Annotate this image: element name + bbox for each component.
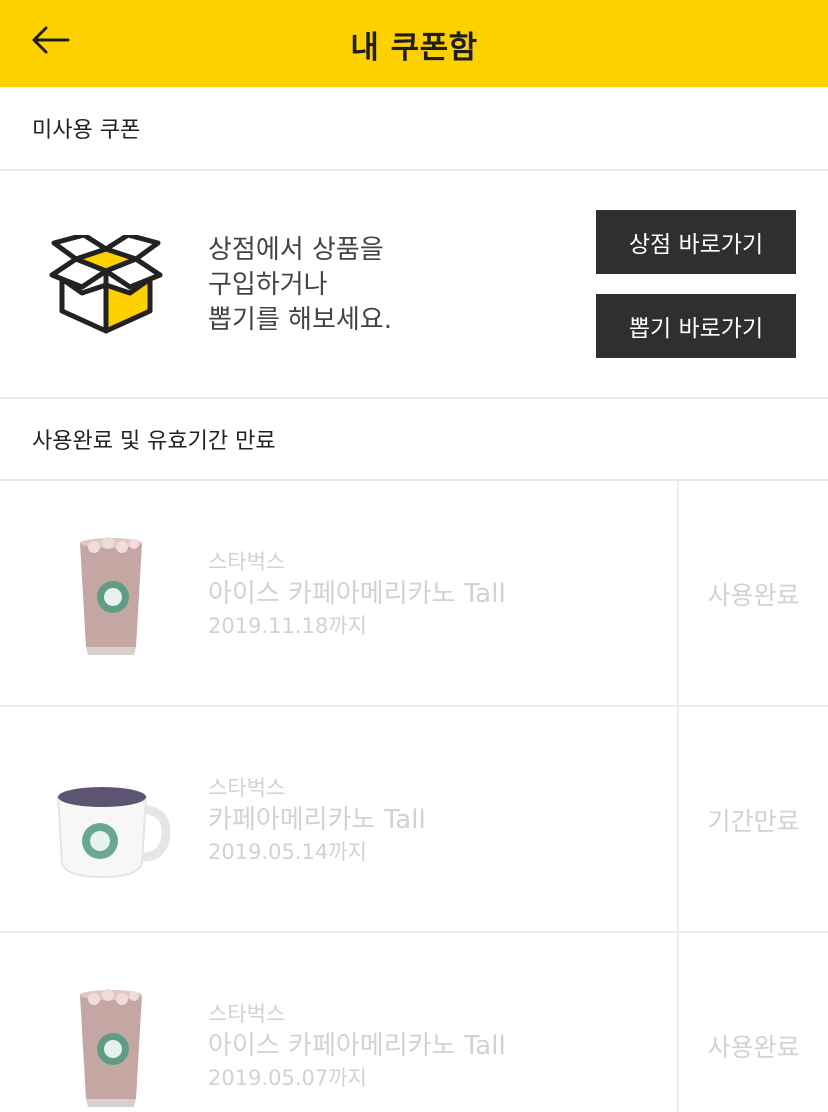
coupon-brand: 스타벅스 xyxy=(208,776,286,800)
empty-message: 상점에서 상품을 구입하거나 뽑기를 해보세요. xyxy=(208,233,392,338)
coupon-brand: 스타벅스 xyxy=(208,550,286,574)
used-expired-coupons-header: 사용완료 및 유효기간 만료 xyxy=(0,397,828,481)
coupon-row[interactable]: 스타벅스 아이스 카페아메리카노 Tall 2019.11.18까지 사용완료 xyxy=(0,481,828,707)
go-to-shop-button[interactable]: 상점 바로가기 xyxy=(596,210,796,274)
coupon-box-screen: 내 쿠폰함 미사용 쿠폰 상점에서 상품을 구입하거나 뽑기를 해보세요. 상점… xyxy=(0,0,828,1112)
go-to-draw-button[interactable]: 뽑기 바로가기 xyxy=(596,294,796,358)
coupon-status: 사용완료 xyxy=(677,933,828,1112)
coupon-status: 기간만료 xyxy=(677,707,828,933)
coupon-row[interactable]: 스타벅스 카페아메리카노 Tall 2019.05.14까지 기간만료 xyxy=(0,707,828,933)
app-header: 내 쿠폰함 xyxy=(0,0,828,87)
coupon-expiry: 2019.05.14까지 xyxy=(208,840,367,864)
coupon-info: 스타벅스 아이스 카페아메리카노 Tall 2019.05.07까지 xyxy=(208,999,506,1093)
coupon-brand: 스타벅스 xyxy=(208,1002,286,1026)
iced-americano-cup-image xyxy=(80,537,142,655)
page-title: 내 쿠폰함 xyxy=(350,30,478,66)
coupon-row[interactable]: 스타벅스 아이스 카페아메리카노 Tall 2019.05.07까지 사용완료 xyxy=(0,933,828,1112)
coupon-expiry: 2019.11.18까지 xyxy=(208,614,367,638)
coupon-product: 아이스 카페아메리카노 Tall xyxy=(208,1031,506,1061)
coupon-product: 카페아메리카노 Tall xyxy=(208,805,426,835)
empty-message-line-2: 구입하거나 xyxy=(208,270,328,300)
unused-empty-state: 상점에서 상품을 구입하거나 뽑기를 해보세요. 상점 바로가기 뽑기 바로가기 xyxy=(0,171,828,397)
coupon-info: 스타벅스 아이스 카페아메리카노 Tall 2019.11.18까지 xyxy=(208,547,506,641)
coupon-product: 아이스 카페아메리카노 Tall xyxy=(208,579,506,609)
coupon-expiry: 2019.05.07까지 xyxy=(208,1066,367,1090)
coupon-status: 사용완료 xyxy=(677,481,828,707)
empty-message-line-3: 뽑기를 해보세요. xyxy=(208,305,392,335)
hot-americano-mug-image xyxy=(56,787,170,879)
iced-americano-cup-image xyxy=(80,989,142,1107)
empty-message-line-1: 상점에서 상품을 xyxy=(208,235,384,265)
unused-coupons-header: 미사용 쿠폰 xyxy=(0,87,828,171)
coupon-info: 스타벅스 카페아메리카노 Tall 2019.05.14까지 xyxy=(208,773,426,867)
open-box-icon xyxy=(49,235,163,334)
